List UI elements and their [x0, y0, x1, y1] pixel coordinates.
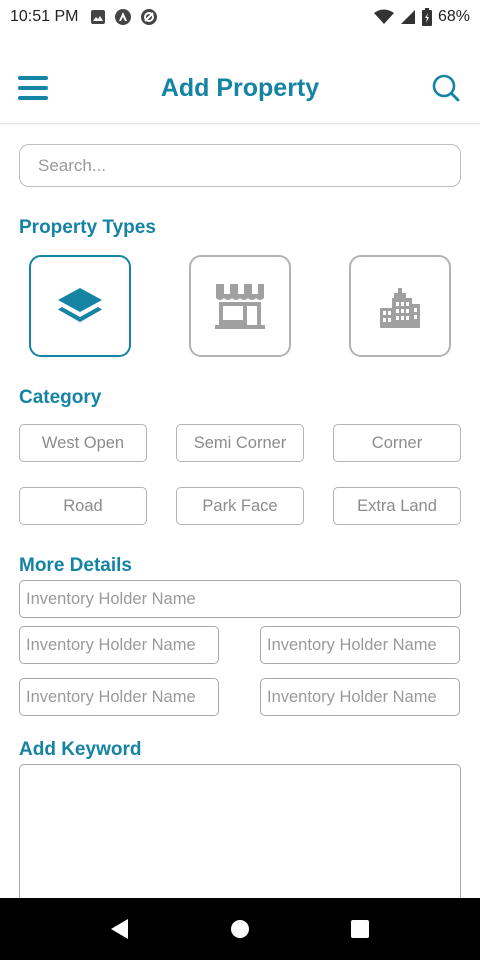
home-icon — [231, 920, 249, 938]
sync-icon — [141, 9, 158, 25]
property-type-store[interactable] — [189, 255, 291, 357]
property-type-layers[interactable] — [29, 255, 131, 357]
category-chip-park-face[interactable]: Park Face — [176, 487, 304, 525]
back-icon — [111, 919, 128, 939]
image-icon — [91, 10, 106, 24]
inventory-holder-name-field-3[interactable] — [260, 626, 460, 664]
battery-icon — [421, 8, 432, 26]
category-chip-road[interactable]: Road — [19, 487, 147, 525]
building-icon — [380, 288, 420, 328]
back-button[interactable] — [100, 909, 140, 949]
category-heading: Category — [19, 387, 102, 408]
status-bar: 10:51 PM 68% — [0, 0, 480, 34]
category-chip-corner[interactable]: Corner — [333, 424, 461, 462]
notification-icons — [90, 8, 158, 26]
inventory-holder-name-field-2[interactable] — [19, 626, 219, 664]
more-details-heading: More Details — [19, 555, 132, 576]
inventory-holder-name-field-5[interactable] — [260, 678, 460, 716]
system-nav-bar — [0, 898, 480, 960]
home-button[interactable] — [220, 909, 260, 949]
page-title: Add Property — [160, 74, 320, 102]
battery-level: 68% — [437, 8, 470, 25]
search-button[interactable] — [430, 72, 462, 104]
status-time: 10:51 PM — [10, 8, 79, 25]
add-keyword-heading: Add Keyword — [19, 739, 142, 760]
inventory-holder-name-field[interactable] — [19, 580, 461, 618]
app-bar: Add Property — [0, 52, 480, 124]
inventory-holder-name-field-4[interactable] — [19, 678, 219, 716]
category-chip-west-open[interactable]: West Open — [19, 424, 147, 462]
search-icon — [432, 74, 460, 102]
category-chip-semi-corner[interactable]: Semi Corner — [176, 424, 304, 462]
search-input[interactable] — [19, 144, 461, 187]
app-notification-icon — [115, 9, 132, 25]
recents-icon — [351, 920, 369, 938]
recents-button[interactable] — [340, 909, 380, 949]
property-type-building[interactable] — [349, 255, 451, 357]
system-indicators: 68% — [373, 8, 470, 26]
property-types-heading: Property Types — [19, 217, 156, 238]
layers-icon — [58, 288, 102, 322]
store-icon — [215, 284, 265, 329]
category-chip-extra-land[interactable]: Extra Land — [333, 487, 461, 525]
signal-icon — [400, 10, 415, 24]
wifi-icon — [373, 9, 394, 24]
